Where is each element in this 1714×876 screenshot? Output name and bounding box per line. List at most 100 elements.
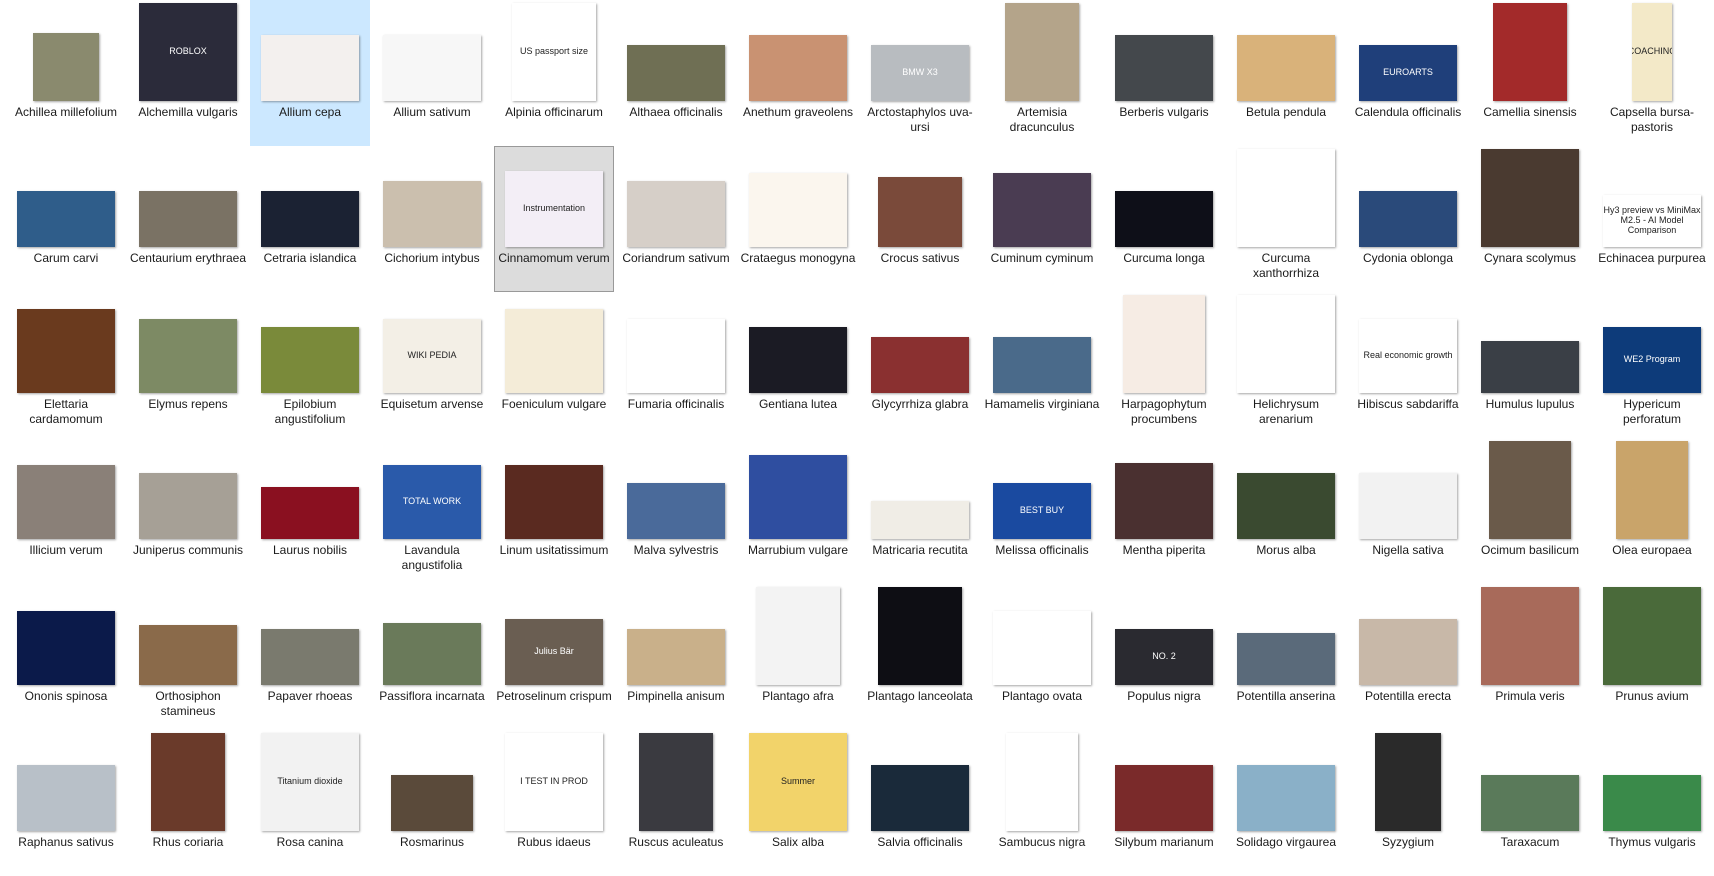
file-tile[interactable]: Cetraria islandica: [250, 146, 370, 292]
file-tile[interactable]: Glycyrrhiza glabra: [860, 292, 980, 438]
file-tile[interactable]: Solidago virgaurea: [1226, 730, 1346, 876]
file-tile[interactable]: Marrubium vulgare: [738, 438, 858, 584]
file-tile[interactable]: Rhus coriaria: [128, 730, 248, 876]
file-tile[interactable]: Malva sylvestris: [616, 438, 736, 584]
thumbnail-frame: EUROARTS: [1350, 1, 1466, 105]
file-tile[interactable]: Linum usitatissimum: [494, 438, 614, 584]
file-tile[interactable]: Achillea millefolium: [6, 0, 126, 146]
file-tile[interactable]: Thymus vulgaris: [1592, 730, 1712, 876]
file-tile[interactable]: Ononis spinosa: [6, 584, 126, 730]
menu-board-image-icon: [756, 587, 840, 685]
file-tile[interactable]: Cynara scolymus: [1470, 146, 1590, 292]
file-tile[interactable]: NO. 2 Populus nigra: [1104, 584, 1224, 730]
file-tile[interactable]: Crataegus monogyna: [738, 146, 858, 292]
file-name-label: Raphanus sativus: [18, 835, 114, 849]
file-tile[interactable]: Real economic growth Hibiscus sabdariffa: [1348, 292, 1468, 438]
file-tile[interactable]: Fumaria officinalis: [616, 292, 736, 438]
file-tile[interactable]: Elymus repens: [128, 292, 248, 438]
file-tile[interactable]: Papaver rhoeas: [250, 584, 370, 730]
file-tile[interactable]: Helichrysum arenarium: [1226, 292, 1346, 438]
file-tile[interactable]: COACHING Capsella bursa-pastoris: [1592, 0, 1712, 146]
file-tile[interactable]: Carum carvi: [6, 146, 126, 292]
photo-image-icon: [1237, 633, 1335, 685]
file-tile[interactable]: Hamamelis virginiana: [982, 292, 1102, 438]
file-tile[interactable]: EUROARTS Calendula officinalis: [1348, 0, 1468, 146]
file-tile[interactable]: Allium sativum: [372, 0, 492, 146]
thumbnail-frame: [1228, 731, 1344, 835]
file-tile[interactable]: Potentilla anserina: [1226, 584, 1346, 730]
file-tile[interactable]: Syzygium: [1348, 730, 1468, 876]
file-tile[interactable]: Ocimum basilicum: [1470, 438, 1590, 584]
file-tile[interactable]: Morus alba: [1226, 438, 1346, 584]
file-tile[interactable]: Plantago ovata: [982, 584, 1102, 730]
file-tile[interactable]: Cuminum cyminum: [982, 146, 1102, 292]
file-tile[interactable]: Taraxacum: [1470, 730, 1590, 876]
file-tile[interactable]: Crocus sativus: [860, 146, 980, 292]
file-tile[interactable]: Sambucus nigra: [982, 730, 1102, 876]
file-tile[interactable]: Primula veris: [1470, 584, 1590, 730]
file-tile[interactable]: Humulus lupulus: [1470, 292, 1590, 438]
file-tile[interactable]: Elettaria cardamomum: [6, 292, 126, 438]
cartoon-image-icon: [1603, 775, 1701, 831]
file-tile[interactable]: Camellia sinensis: [1470, 0, 1590, 146]
file-tile[interactable]: Nigella sativa: [1348, 438, 1468, 584]
file-tile[interactable]: Olea europaea: [1592, 438, 1712, 584]
table-image-icon: [261, 487, 359, 539]
file-tile[interactable]: BEST BUY Melissa officinalis: [982, 438, 1102, 584]
file-tile[interactable]: Cichorium intybus: [372, 146, 492, 292]
file-tile[interactable]: Curcuma xanthorrhiza: [1226, 146, 1346, 292]
file-tile[interactable]: Raphanus sativus: [6, 730, 126, 876]
file-tile[interactable]: Centaurium erythraea: [128, 146, 248, 292]
file-tile[interactable]: Silybum marianum: [1104, 730, 1224, 876]
file-tile[interactable]: Curcuma longa: [1104, 146, 1224, 292]
car-image-icon: [627, 45, 725, 101]
file-tile[interactable]: Rosmarinus: [372, 730, 492, 876]
file-tile[interactable]: Salvia officinalis: [860, 730, 980, 876]
file-name-label: Cetraria islandica: [263, 251, 357, 265]
file-tile[interactable]: Instrumentation Cinnamomum verum: [494, 146, 614, 292]
file-tile[interactable]: Gentiana lutea: [738, 292, 858, 438]
thumbnail-frame: [130, 293, 246, 397]
file-tile[interactable]: Titanium dioxide Rosa canina: [250, 730, 370, 876]
file-tile[interactable]: Betula pendula: [1226, 0, 1346, 146]
file-tile[interactable]: Epilobium angustifolium: [250, 292, 370, 438]
file-tile[interactable]: Plantago lanceolata: [860, 584, 980, 730]
ad-banner-image-icon: BEST BUY: [993, 483, 1091, 539]
file-tile[interactable]: Artemisia dracunculus: [982, 0, 1102, 146]
file-tile[interactable]: Laurus nobilis: [250, 438, 370, 584]
line-chart-image-icon: [383, 35, 481, 101]
file-name-label: Morus alba: [1256, 543, 1316, 557]
file-tile[interactable]: Allium cepa: [250, 0, 370, 146]
file-tile[interactable]: Juniperus communis: [128, 438, 248, 584]
file-tile[interactable]: ROBLOX Alchemilla vulgaris: [128, 0, 248, 146]
file-tile[interactable]: Plantago afra: [738, 584, 858, 730]
file-tile[interactable]: Berberis vulgaris: [1104, 0, 1224, 146]
file-tile[interactable]: Summer Salix alba: [738, 730, 858, 876]
file-tile[interactable]: TOTAL WORK Lavandula angustifolia: [372, 438, 492, 584]
file-tile[interactable]: Potentilla erecta: [1348, 584, 1468, 730]
file-tile[interactable]: Pimpinella anisum: [616, 584, 736, 730]
file-tile[interactable]: Mentha piperita: [1104, 438, 1224, 584]
file-tile[interactable]: Julius Bär Petroselinum crispum: [494, 584, 614, 730]
file-tile[interactable]: Coriandrum sativum: [616, 146, 736, 292]
file-tile[interactable]: Orthosiphon stamineus: [128, 584, 248, 730]
file-tile[interactable]: I TEST IN PROD Rubus idaeus: [494, 730, 614, 876]
file-tile[interactable]: Prunus avium: [1592, 584, 1712, 730]
file-tile[interactable]: Anethum graveolens: [738, 0, 858, 146]
file-tile[interactable]: BMW X3 Arctostaphylos uva-ursi: [860, 0, 980, 146]
file-tile[interactable]: Hy3 preview vs MiniMax M2.5 - AI Model C…: [1592, 146, 1712, 292]
file-tile[interactable]: Ruscus aculeatus: [616, 730, 736, 876]
file-tile[interactable]: Matricaria recutita: [860, 438, 980, 584]
thumbnail-text: Titanium dioxide: [277, 776, 343, 787]
game-screen-image-icon: TOTAL WORK: [383, 465, 481, 539]
thumbnail-frame: [618, 439, 734, 543]
file-tile[interactable]: WIKI PEDIA Equisetum arvense: [372, 292, 492, 438]
file-tile[interactable]: Passiflora incarnata: [372, 584, 492, 730]
file-tile[interactable]: Illicium verum: [6, 438, 126, 584]
file-tile[interactable]: Harpagophytum procumbens: [1104, 292, 1224, 438]
file-tile[interactable]: WE2 Program Hypericum perforatum: [1592, 292, 1712, 438]
file-tile[interactable]: Althaea officinalis: [616, 0, 736, 146]
file-tile[interactable]: Foeniculum vulgare: [494, 292, 614, 438]
file-tile[interactable]: US passport size Alpinia officinarum: [494, 0, 614, 146]
file-tile[interactable]: Cydonia oblonga: [1348, 146, 1468, 292]
